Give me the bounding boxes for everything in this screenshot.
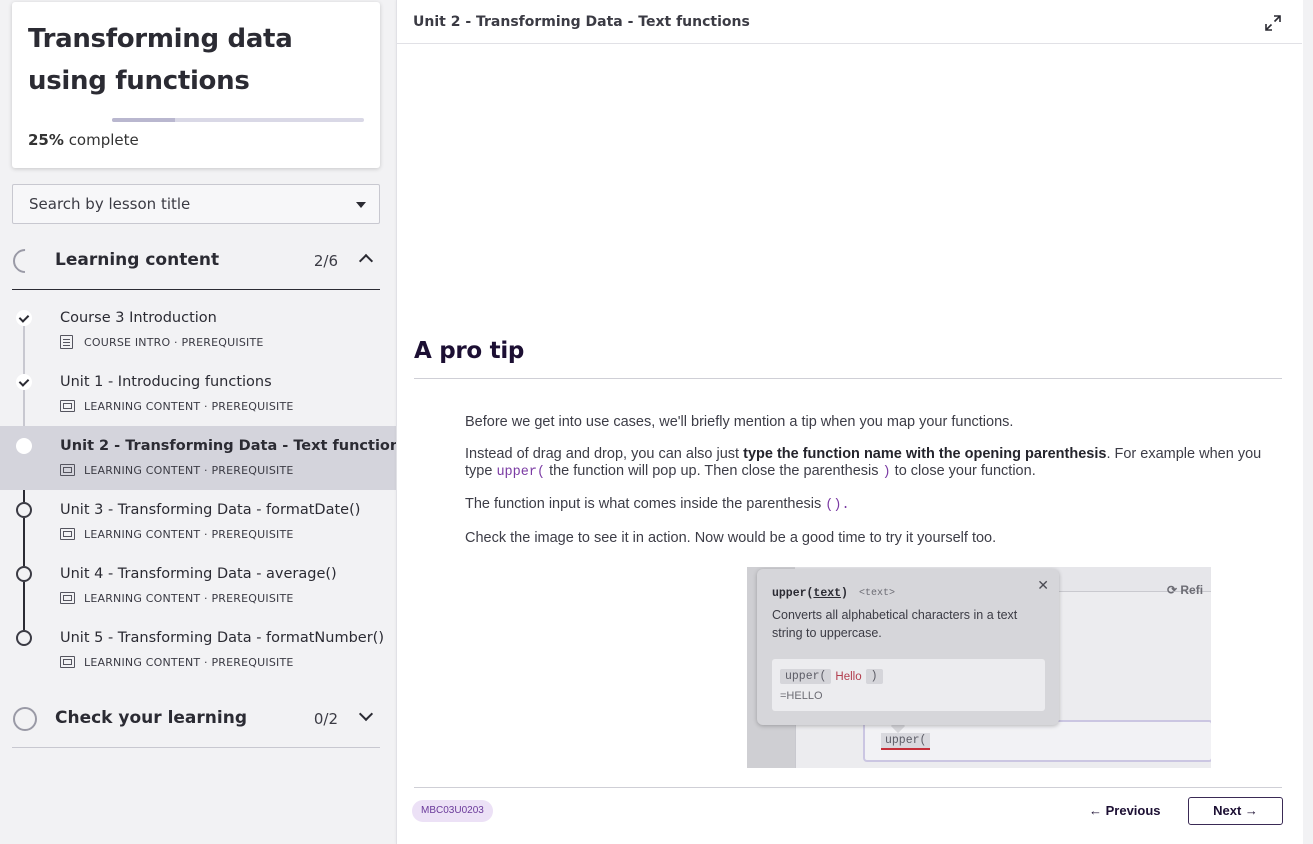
empty-circle-icon [16, 630, 32, 646]
course-progress-bar [112, 118, 364, 122]
text-span: The function input is what comes inside … [465, 496, 826, 512]
lesson-title: Unit 4 - Transforming Data - average() [60, 566, 337, 582]
next-button[interactable]: Next → [1188, 797, 1283, 825]
function-tooltip-screenshot: ⟳ Refi upper( upper(text) <text> ✕ Conve… [747, 567, 1211, 768]
checkmark-icon [16, 310, 32, 326]
lesson-meta: LEARNING CONTENT · PREREQUISITE [60, 591, 294, 605]
screen-icon [60, 592, 75, 604]
checkmark-icon [16, 374, 32, 390]
lesson-meta-text: LEARNING CONTENT · PREREQUISITE [84, 399, 294, 413]
empty-circle-icon [16, 502, 32, 518]
screen-icon [60, 656, 75, 668]
lesson-meta: LEARNING CONTENT · PREREQUISITE [60, 527, 294, 541]
lesson-meta: LEARNING CONTENT · PREREQUISITE [60, 399, 294, 413]
chevron-down-icon[interactable] [358, 706, 374, 722]
screenshot-refresh-text: Refi [1180, 583, 1204, 597]
lesson-content-panel: Unit 2 - Transforming Data - Text functi… [396, 0, 1303, 844]
screen-icon [60, 528, 75, 540]
close-icon: ✕ [1037, 578, 1049, 594]
section-progress-ring-icon [13, 707, 37, 731]
text-span: to close your function. [890, 463, 1036, 479]
tooltip-signature: upper(text) [772, 587, 848, 600]
inline-code: upper( [496, 465, 546, 480]
lesson-item-course-3-introduction[interactable]: Course 3 Introduction COURSE INTRO · PRE… [0, 298, 396, 362]
progress-suffix: complete [68, 131, 139, 149]
course-progress-text: 25% complete [28, 131, 139, 149]
screenshot-tooltip: upper(text) <text> ✕ Converts all alphab… [757, 569, 1059, 725]
text-span: Instead of drag and drop, you can also j… [465, 446, 744, 462]
lesson-meta: LEARNING CONTENT · PREREQUISITE [60, 655, 294, 669]
section-header-check-your-learning[interactable]: Check your learning 0/2 [12, 690, 380, 748]
section-heading: A pro tip [414, 338, 525, 364]
expand-icon[interactable] [1264, 14, 1282, 32]
divider [414, 378, 1282, 379]
tooltip-example: upper( Hello ) =HELLO [772, 659, 1045, 711]
lesson-meta: LEARNING CONTENT · PREREQUISITE [60, 463, 294, 477]
section-header-learning-content[interactable]: Learning content 2/6 [8, 232, 380, 290]
lesson-title: Course 3 Introduction [60, 310, 217, 326]
paragraph-input: The function input is what comes inside … [465, 496, 1277, 514]
screen-icon [60, 464, 75, 476]
tooltip-description: Converts all alphabetical characters in … [772, 608, 1018, 640]
lesson-item-unit-3[interactable]: Unit 3 - Transforming Data - formatDate(… [0, 490, 396, 554]
section-count: 0/2 [313, 710, 338, 728]
lesson-meta-text: LEARNING CONTENT · PREREQUISITE [84, 655, 294, 669]
lesson-item-unit-4[interactable]: Unit 4 - Transforming Data - average() L… [0, 554, 396, 618]
screenshot-refresh-label: ⟳ Refi [1167, 583, 1204, 597]
section-title: Check your learning [55, 708, 247, 728]
screenshot-input-chip: upper( [881, 733, 931, 750]
lesson-meta-text: LEARNING CONTENT · PREREQUISITE [84, 591, 294, 605]
chevron-up-icon[interactable] [358, 253, 374, 269]
caret-down-icon [356, 202, 366, 208]
tooltip-example-line: upper( Hello ) [780, 669, 883, 684]
lesson-header-bar: Unit 2 - Transforming Data - Text functi… [397, 0, 1302, 44]
emphasis-text: type the function name with the opening … [743, 446, 1107, 462]
tooltip-close-paren: ) [841, 587, 848, 600]
document-icon [60, 335, 73, 349]
tooltip-type: <text> [859, 588, 896, 599]
course-sidebar: Transforming data using functions 25% co… [0, 0, 409, 844]
tooltip-fn: upper( [772, 587, 814, 600]
example-close-chip: ) [865, 669, 883, 684]
lesson-meta-text: LEARNING CONTENT · PREREQUISITE [84, 527, 294, 541]
paragraph-tip: Instead of drag and drop, you can also j… [465, 446, 1277, 481]
inline-code: ) [882, 465, 891, 480]
lesson-title: Unit 5 - Transforming Data - formatNumbe… [60, 630, 384, 646]
paragraph-check-image: Check the image to see it in action. Now… [465, 530, 997, 546]
lesson-search-select[interactable]: Search by lesson title [12, 184, 380, 224]
lesson-meta-text: COURSE INTRO · PREREQUISITE [84, 335, 264, 349]
course-summary-card: Transforming data using functions 25% co… [12, 2, 380, 168]
inline-code: (). [825, 498, 850, 513]
section-title: Learning content [55, 250, 220, 270]
section-count: 2/6 [313, 252, 338, 270]
lesson-title: Unit 3 - Transforming Data - formatDate(… [60, 502, 361, 518]
lesson-meta-text: LEARNING CONTENT · PREREQUISITE [84, 463, 294, 477]
lesson-meta: COURSE INTRO · PREREQUISITE [60, 335, 264, 349]
lesson-search-placeholder: Search by lesson title [29, 195, 191, 213]
screenshot-function-input: upper( [863, 720, 1211, 762]
example-fn-chip: upper( [780, 669, 832, 684]
previous-button[interactable]: ← Previous [1089, 797, 1161, 825]
example-result: =HELLO [780, 690, 823, 702]
course-title: Transforming data using functions [28, 24, 293, 96]
lesson-item-unit-1[interactable]: Unit 1 - Introducing functions LEARNING … [0, 362, 396, 426]
page-gutter [1303, 0, 1313, 844]
lesson-item-unit-5[interactable]: Unit 5 - Transforming Data - formatNumbe… [0, 618, 396, 682]
example-arg: Hello [835, 670, 862, 683]
current-lesson-dot-icon [16, 438, 32, 454]
course-progress-fill [112, 118, 175, 122]
lesson-code-badge: MBC03U0203 [412, 800, 493, 822]
lesson-title: Unit 2 - Transforming Data - Text functi… [60, 438, 409, 454]
tooltip-arg: text [813, 587, 842, 600]
text-span: the function will pop up. Then close the… [545, 463, 883, 479]
screen-icon [60, 400, 75, 412]
empty-circle-icon [16, 566, 32, 582]
lesson-header-title: Unit 2 - Transforming Data - Text functi… [413, 14, 750, 30]
divider [414, 787, 1282, 788]
section-progress-ring-icon [8, 244, 42, 278]
paragraph-intro: Before we get into use cases, we'll brie… [465, 414, 1014, 430]
lesson-item-unit-2-current[interactable]: Unit 2 - Transforming Data - Text functi… [0, 426, 409, 490]
progress-percent: 25% [28, 131, 64, 149]
lesson-title: Unit 1 - Introducing functions [60, 374, 272, 390]
